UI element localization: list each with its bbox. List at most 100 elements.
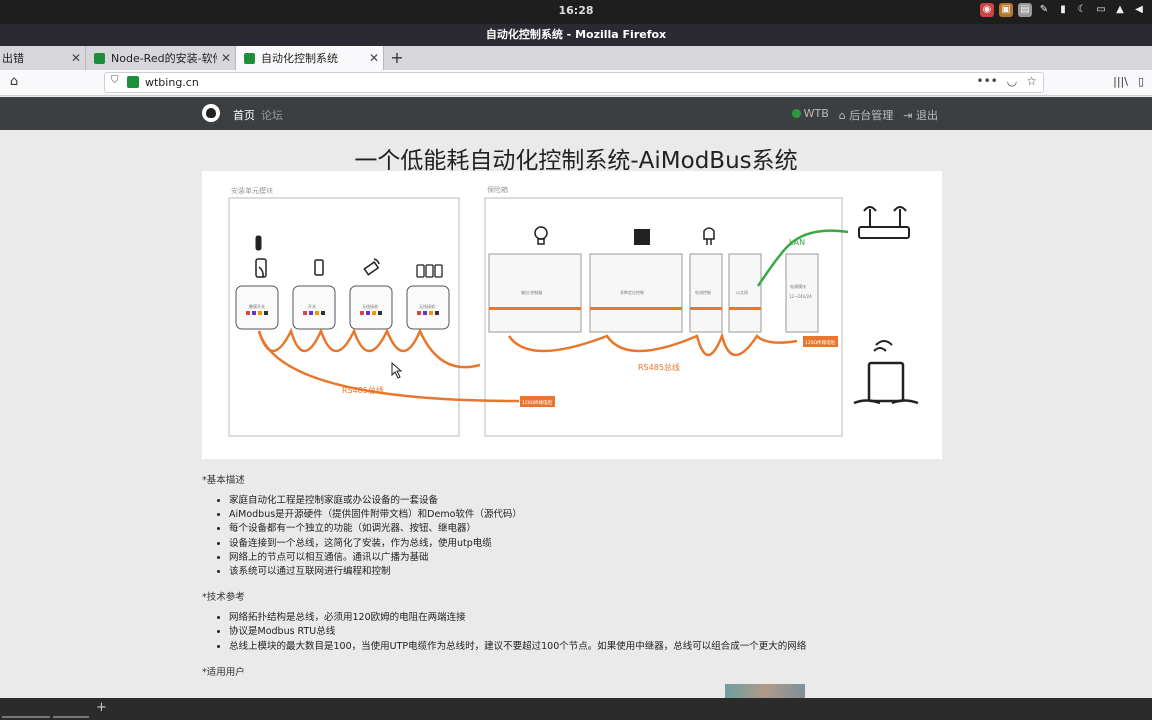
night-mode-icon[interactable]: ☾ — [1075, 3, 1089, 17]
switch-icon — [314, 259, 324, 276]
list-item: 网络上的节点可以相互通信。通讯以广播为基础 — [229, 551, 942, 565]
os-top-bar: 16:28 ◉ ▣ ▤ ✎ ▮ ☾ ▭ ▲ ◀ — [0, 0, 1152, 24]
multi-remote-icon — [416, 264, 443, 278]
description-content: *基本描述 家庭自动化工程是控制家庭或办公设备的一套设备 AiModbus是开源… — [202, 468, 942, 686]
rail-label: 电流控制 — [695, 289, 711, 295]
rail-label: 电源模块 — [790, 283, 806, 289]
product-photo — [725, 684, 805, 698]
user-name: WTB — [803, 107, 829, 120]
left-modules: 触摸开关 开关 无线接收 无线接收 — [235, 285, 450, 330]
site-logo-icon[interactable] — [202, 104, 220, 122]
shield-icon[interactable]: ⛉ — [111, 75, 119, 86]
rail-label: 输出·控制器 — [521, 289, 542, 295]
rail-label: 多种定位控制 — [620, 289, 644, 295]
mouse-cursor-icon — [391, 361, 403, 379]
new-tab-button[interactable]: + — [388, 46, 406, 70]
camera-app-icon[interactable]: ◉ — [980, 3, 994, 17]
favicon-icon — [94, 52, 105, 64]
lamp-icon — [703, 227, 715, 245]
module-4: 无线接收 — [406, 285, 450, 330]
touch-panel-icon — [255, 258, 267, 278]
system-tray: ◉ ▣ ▤ ✎ ▮ ☾ ▭ ▲ ◀ — [980, 3, 1146, 17]
navigation-toolbar: ⌂ ⛉ wtbing.cn ••• ◡ ☆ |||\ ▯ — [0, 70, 1152, 96]
tab-label: 出错 — [2, 52, 24, 65]
window-title: 自动化控制系统 - Mozilla Firefox — [0, 24, 1152, 46]
pin-icon[interactable]: ✎ — [1037, 3, 1051, 17]
section-tech: *技术参考 网络拓扑结构是总线，必须用120欧姆的电阻在两端连接 协议是Modb… — [202, 589, 942, 654]
section-heading: *技术参考 — [202, 592, 245, 604]
sidebar-icon[interactable]: ▯ — [1138, 75, 1144, 88]
router-icon — [858, 206, 910, 239]
app-indicator-icon[interactable]: ▣ — [999, 3, 1013, 17]
light-bulb-icon — [534, 226, 548, 245]
lan-label: LAN — [789, 238, 805, 247]
site-user-menu: WTB ⌂ 后台管理 ⇥ 退出 — [791, 107, 938, 123]
page-title: 一个低能耗自动化控制系统-AiModBus系统 — [354, 148, 798, 174]
module-3: 无线接收 — [349, 285, 393, 330]
site-favicon-icon — [127, 76, 139, 88]
tab-automation-active[interactable]: 自动化控制系统 ✕ — [236, 46, 384, 70]
bus-label-left: RS485总线 — [342, 385, 384, 395]
clipboard-icon[interactable]: ▮ — [1056, 3, 1070, 17]
pocket-icon[interactable]: ◡ — [1007, 74, 1017, 88]
section-users: *适用用户 — [202, 664, 942, 678]
list-item: 总线上模块的最大数目是100，当使用UTP电缆作为总线时，建议不要超过100个节… — [229, 640, 942, 654]
module-2: 开关 — [292, 285, 336, 330]
tab-label: Node-Red的安装-软件-自 — [111, 52, 217, 65]
notification-icon[interactable]: ▲ — [1113, 3, 1127, 17]
rs485-cable-right — [507, 331, 798, 357]
home-icon[interactable]: ⌂ — [6, 74, 22, 90]
terminator-label-right: 120Ω终端电阻 — [805, 339, 836, 346]
list-item: 每个设备都有一个独立的功能（如调光器、按钮、继电器） — [229, 522, 942, 536]
bullet-list: 网络拓扑结构是总线，必须用120欧姆的电阻在两端连接 协议是Modbus RTU… — [229, 611, 942, 654]
taskbar-item[interactable] — [2, 716, 50, 718]
rs485-cable-left — [257, 327, 481, 369]
close-icon[interactable]: ✕ — [365, 51, 383, 65]
module-label: 无线接收 — [419, 303, 435, 309]
more-actions-icon[interactable]: ••• — [977, 74, 998, 88]
home-icon: ⌂ — [838, 109, 850, 122]
favicon-icon — [244, 52, 255, 64]
logout-link[interactable]: ⇥ 退出 — [903, 107, 938, 123]
url-bar[interactable]: ⛉ wtbing.cn ••• ◡ ☆ — [104, 72, 1044, 93]
bullet-list: 家庭自动化工程是控制家庭或办公设备的一套设备 AiModbus是开源硬件（提供固… — [229, 494, 942, 579]
tab-error[interactable]: 出错 ✕ — [0, 46, 86, 70]
bookmark-star-icon[interactable]: ☆ — [1026, 74, 1037, 88]
bottom-taskbar: + — [0, 698, 1152, 720]
site-header: 首页 论坛 WTB ⌂ 后台管理 ⇥ 退出 — [0, 97, 1152, 130]
library-icon[interactable]: |||\ — [1113, 75, 1128, 88]
folder-icon[interactable]: ▭ — [1094, 3, 1108, 17]
bus-label-right: RS485总线 — [638, 362, 680, 372]
close-icon[interactable]: ✕ — [217, 51, 235, 65]
module-label: 开关 — [308, 303, 316, 309]
app-indicator-icon[interactable]: ▤ — [1018, 3, 1032, 17]
list-item: 网络拓扑结构是总线，必须用120欧姆的电阻在两端连接 — [229, 611, 942, 625]
remote-control-icon — [363, 258, 380, 276]
nav-forum-link[interactable]: 论坛 — [261, 107, 283, 123]
list-item: 家庭自动化工程是控制家庭或办公设备的一套设备 — [229, 494, 942, 508]
rail-label: 12~24V/2A — [789, 294, 812, 299]
system-diagram: 安装单元模块 保险箱 触摸开关 开关 无线接收 无线接收 输出·控制器 多种定位… — [202, 171, 942, 459]
list-item: 该系统可以通过互联网进行编程和控制 — [229, 565, 942, 579]
admin-link[interactable]: ⌂ 后台管理 — [839, 107, 893, 123]
module-label: 无线接收 — [362, 303, 378, 309]
tab-bar: 出错 ✕ Node-Red的安装-软件-自 ✕ 自动化控制系统 ✕ + — [0, 46, 1152, 70]
add-icon[interactable]: + — [96, 700, 107, 715]
module-1: 触摸开关 — [235, 285, 279, 330]
logout-label: 退出 — [916, 109, 938, 122]
user-avatar-icon — [791, 109, 801, 118]
thermometer-icon — [255, 235, 262, 251]
taskbar-item[interactable] — [53, 716, 89, 718]
user-link[interactable]: WTB — [791, 107, 829, 123]
tab-node-red[interactable]: Node-Red的安装-软件-自 ✕ — [86, 46, 236, 70]
close-icon[interactable]: ✕ — [67, 51, 85, 65]
admin-label: 后台管理 — [849, 109, 894, 122]
rail-label: 以太网 — [736, 289, 748, 295]
url-text[interactable]: wtbing.cn — [145, 76, 199, 89]
rail-modules: 输出·控制器 多种定位控制 电流控制 以太网 电源模块 12~24V/2A — [488, 253, 819, 333]
nav-home-link[interactable]: 首页 — [233, 107, 255, 123]
module-label: 触摸开关 — [249, 303, 265, 309]
volume-icon[interactable]: ◀ — [1132, 3, 1146, 17]
section-heading: *适用用户 — [202, 666, 245, 678]
diagram-svg: 安装单元模块 保险箱 触摸开关 开关 无线接收 无线接收 输出·控制器 多种定位… — [228, 185, 919, 437]
